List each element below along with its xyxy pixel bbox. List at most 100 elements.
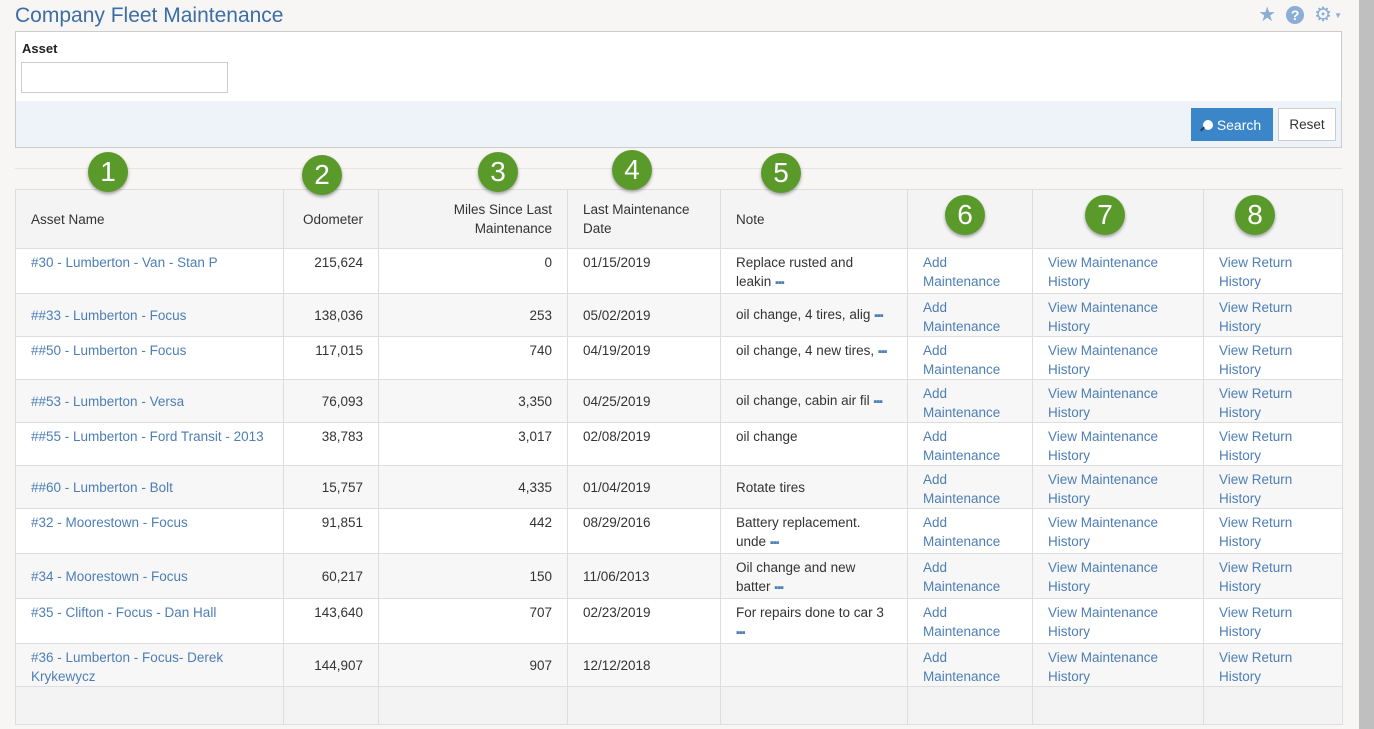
col-miles-since[interactable]: Miles Since Last Maintenance — [378, 189, 568, 249]
asset-link[interactable]: ##53 - Lumberton - Versa — [31, 394, 184, 409]
add-maintenance-link[interactable]: Add Maintenance — [923, 300, 1000, 334]
view-maintenance-cell: View Maintenance History — [1032, 379, 1204, 423]
more-icon[interactable]: ▪▪▪ — [775, 277, 785, 289]
callout-badge-4: 4 — [612, 150, 652, 190]
odometer-cell: 15,757 — [283, 465, 379, 509]
note-text: Oil change and new batter — [736, 560, 856, 594]
table-row: #34 - Moorestown - Focus 60,217 150 11/06/2… — [15, 553, 1343, 599]
asset-link[interactable]: ##55 - Lumberton - Ford Transit - 2013 — [31, 429, 264, 444]
note-text: For repairs done to car 3 — [736, 605, 884, 620]
table-row: #32 - Moorestown - Focus 91,851 442 08/29/2… — [15, 508, 1343, 554]
last-date-cell: 02/23/2019 — [567, 598, 721, 644]
view-maintenance-history-link[interactable]: View Maintenance History — [1048, 515, 1158, 549]
table-row: ##33 - Lumberton - Focus 138,036 253 05/02/… — [15, 293, 1343, 337]
col-asset-name[interactable]: Asset Name — [15, 189, 284, 249]
callout-badge-8: 8 — [1235, 195, 1275, 235]
asset-name-cell: #34 - Moorestown - Focus — [15, 553, 284, 599]
star-icon[interactable]: ★ — [1258, 5, 1276, 25]
view-maintenance-history-link[interactable]: View Maintenance History — [1048, 560, 1158, 594]
help-icon[interactable]: ? — [1286, 6, 1305, 24]
asset-input[interactable] — [21, 62, 228, 93]
table-row: ##60 - Lumberton - Bolt 15,757 4,335 01/04/… — [15, 465, 1343, 509]
asset-link[interactable]: #32 - Moorestown - Focus — [31, 515, 188, 530]
search-button[interactable]: Search — [1191, 108, 1273, 141]
note-cell: oil change, cabin air fil ▪▪▪ — [720, 379, 908, 423]
view-maintenance-cell: View Maintenance History — [1032, 465, 1204, 509]
more-icon[interactable]: ▪▪▪ — [878, 346, 888, 358]
more-icon[interactable]: ▪▪▪ — [770, 537, 780, 549]
col-last-date[interactable]: Last Maintenance Date — [567, 189, 721, 249]
view-return-cell: View Return History — [1203, 379, 1343, 423]
view-return-history-link[interactable]: View Return History — [1219, 255, 1292, 289]
view-maintenance-history-link[interactable]: View Maintenance History — [1048, 650, 1158, 684]
view-return-cell: View Return History — [1203, 598, 1343, 644]
asset-link[interactable]: #35 - Clifton - Focus - Dan Hall — [31, 605, 216, 620]
add-maintenance-link[interactable]: Add Maintenance — [923, 472, 1000, 506]
view-return-cell: View Return History — [1203, 293, 1343, 337]
last-date-cell: 04/19/2019 — [567, 336, 721, 380]
add-maintenance-link[interactable]: Add Maintenance — [923, 560, 1000, 594]
add-maintenance-link[interactable]: Add Maintenance — [923, 429, 1000, 463]
view-return-history-link[interactable]: View Return History — [1219, 300, 1292, 334]
view-maintenance-history-link[interactable]: View Maintenance History — [1048, 605, 1158, 639]
view-maintenance-history-link[interactable]: View Maintenance History — [1048, 472, 1158, 506]
note-text: oil change, 4 tires, alig — [736, 306, 871, 322]
empty-cell — [1032, 686, 1204, 725]
view-return-history-link[interactable]: View Return History — [1219, 560, 1292, 594]
asset-name-cell: ##53 - Lumberton - Versa — [15, 379, 284, 423]
view-return-history-link[interactable]: View Return History — [1219, 472, 1292, 506]
asset-name-cell: #32 - Moorestown - Focus — [15, 508, 284, 554]
add-cell: Add Maintenance — [907, 248, 1033, 294]
add-maintenance-link[interactable]: Add Maintenance — [923, 605, 1000, 639]
settings-menu[interactable]: ⚙ ▼ — [1314, 5, 1342, 25]
scrollbar[interactable] — [1359, 0, 1374, 729]
asset-link[interactable]: #30 - Lumberton - Van - Stan P — [31, 255, 218, 270]
view-maintenance-history-link[interactable]: View Maintenance History — [1048, 429, 1158, 463]
gear-icon: ⚙ — [1314, 4, 1333, 26]
view-maintenance-history-link[interactable]: View Maintenance History — [1048, 343, 1158, 377]
note-cell: Replace rusted and leakin ▪▪▪ — [720, 248, 908, 294]
more-icon[interactable]: ▪▪▪ — [873, 396, 883, 408]
view-return-history-link[interactable]: View Return History — [1219, 343, 1292, 377]
more-icon[interactable]: ▪▪▪ — [736, 627, 746, 639]
add-cell: Add Maintenance — [907, 336, 1033, 380]
note-text: oil change, 4 new tires, — [736, 343, 875, 358]
add-cell: Add Maintenance — [907, 379, 1033, 423]
view-return-cell: View Return History — [1203, 508, 1343, 554]
view-maintenance-cell: View Maintenance History — [1032, 422, 1204, 466]
col-note[interactable]: Note — [720, 189, 908, 249]
asset-link[interactable]: #36 - Lumberton - Focus- Derek Krykewycz — [31, 650, 223, 684]
add-maintenance-link[interactable]: Add Maintenance — [923, 515, 1000, 549]
last-date-cell: 08/29/2016 — [567, 508, 721, 554]
view-return-history-link[interactable]: View Return History — [1219, 386, 1292, 420]
last-date-cell: 05/02/2019 — [567, 293, 721, 337]
more-icon[interactable]: ▪▪▪ — [874, 310, 884, 322]
view-return-history-link[interactable]: View Return History — [1219, 429, 1292, 463]
view-maintenance-history-link[interactable]: View Maintenance History — [1048, 255, 1158, 289]
add-cell: Add Maintenance — [907, 643, 1033, 687]
view-return-history-link[interactable]: View Return History — [1219, 515, 1292, 549]
view-maintenance-cell: View Maintenance History — [1032, 508, 1204, 554]
reset-button[interactable]: Reset — [1278, 108, 1336, 141]
table-row: ##53 - Lumberton - Versa 76,093 3,350 04/25… — [15, 379, 1343, 423]
view-maintenance-history-link[interactable]: View Maintenance History — [1048, 300, 1158, 334]
asset-link[interactable]: #34 - Moorestown - Focus — [31, 569, 188, 584]
miles-since-cell: 442 — [378, 508, 568, 554]
add-maintenance-link[interactable]: Add Maintenance — [923, 650, 1000, 684]
asset-link[interactable]: ##60 - Lumberton - Bolt — [31, 480, 173, 495]
col-odometer[interactable]: Odometer — [283, 189, 379, 249]
asset-link[interactable]: ##33 - Lumberton - Focus — [31, 308, 186, 323]
view-maintenance-history-link[interactable]: View Maintenance History — [1048, 386, 1158, 420]
more-icon[interactable]: ▪▪▪ — [774, 582, 784, 594]
add-maintenance-link[interactable]: Add Maintenance — [923, 255, 1000, 289]
callout-badge-5: 5 — [761, 153, 801, 193]
empty-cell — [283, 686, 379, 725]
asset-link[interactable]: ##50 - Lumberton - Focus — [31, 343, 186, 358]
filter-panel: Asset Search Reset — [15, 31, 1342, 148]
maintenance-table: Asset Name Odometer Miles Since Last Mai… — [15, 189, 1343, 725]
view-return-history-link[interactable]: View Return History — [1219, 650, 1292, 684]
odometer-cell: 76,093 — [283, 379, 379, 423]
add-maintenance-link[interactable]: Add Maintenance — [923, 386, 1000, 420]
add-maintenance-link[interactable]: Add Maintenance — [923, 343, 1000, 377]
view-return-history-link[interactable]: View Return History — [1219, 605, 1292, 639]
